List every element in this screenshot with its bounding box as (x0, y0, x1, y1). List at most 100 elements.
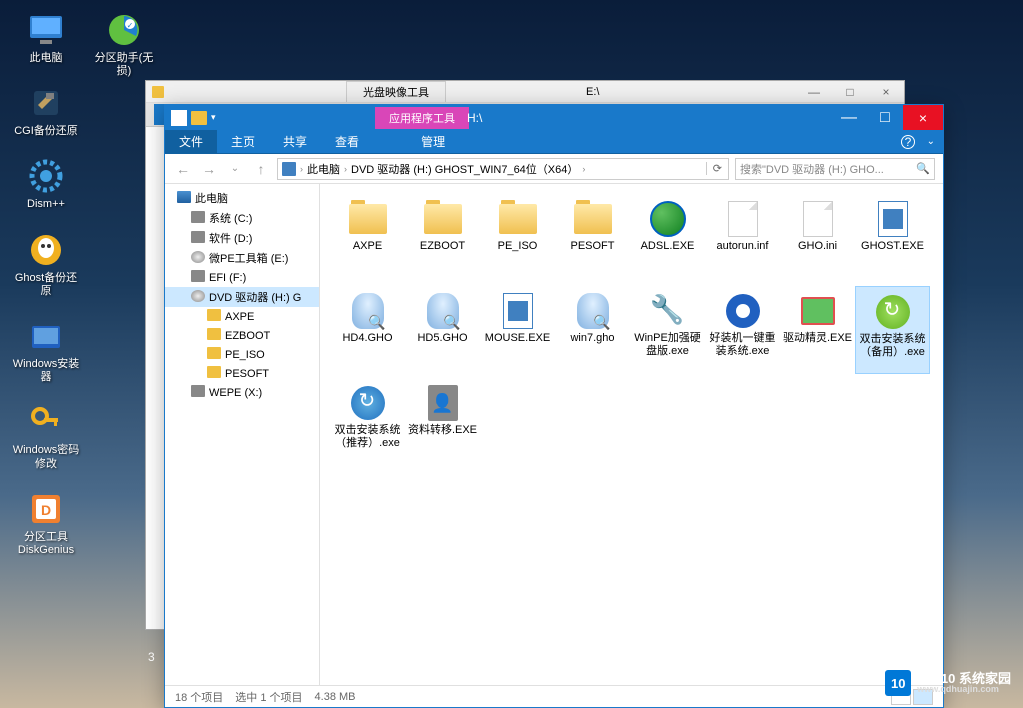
watermark-url: www.qdhuajin.com (917, 685, 1011, 694)
file-item[interactable]: 👤资料转移.EXE (405, 378, 480, 466)
bg-title-path: E:\ (586, 86, 599, 98)
tree-item[interactable]: DVD 驱动器 (H:) G (165, 287, 319, 307)
bg-maximize[interactable]: □ (832, 85, 868, 99)
desktop-icon-diskgenius[interactable]: D 分区工具DiskGenius (10, 489, 82, 557)
file-item[interactable]: ADSL.EXE (630, 194, 705, 282)
tree-item-label: 微PE工具箱 (E:) (209, 250, 288, 266)
folder-icon (207, 347, 221, 359)
breadcrumb-root[interactable]: 此电脑 (307, 161, 340, 177)
file-item[interactable]: autorun.inf (705, 194, 780, 282)
home-tab[interactable]: 主页 (217, 133, 269, 150)
file-item[interactable]: PESOFT (555, 194, 630, 282)
up-button[interactable]: ↑ (251, 159, 271, 179)
recent-dropdown[interactable]: ⌄ (225, 159, 245, 179)
window-controls: — □ × (831, 105, 943, 130)
breadcrumb[interactable]: › 此电脑 › DVD 驱动器 (H:) GHOST_WIN7_64位（X64）… (277, 158, 729, 180)
file-item[interactable]: 驱动精灵.EXE (780, 286, 855, 374)
file-item[interactable]: 双击安装系统（推荐）.exe (330, 378, 405, 466)
desktop-icon-wininstall[interactable]: Windows安装器 (10, 316, 82, 384)
tree-item[interactable]: EFI (F:) (165, 268, 319, 287)
desktop-icon-ghost[interactable]: Ghost备份还原 (10, 230, 82, 298)
file-white-icon (722, 198, 764, 240)
file-item[interactable]: GHOST.EXE (855, 194, 930, 282)
file-item[interactable]: win7.gho (555, 286, 630, 374)
bg-minimize[interactable]: — (796, 85, 832, 99)
files-pane[interactable]: AXPEEZBOOTPE_ISOPESOFT ADSL.EXE autorun.in… (320, 184, 943, 685)
person-icon: 👤 (422, 382, 464, 424)
quick-access-toolbar: ▾ (165, 110, 216, 126)
file-item[interactable]: MOUSE.EXE (480, 286, 555, 374)
file-item[interactable]: PE_ISO (480, 194, 555, 282)
gho-icon (422, 290, 464, 332)
tree-item[interactable]: 系统 (C:) (165, 208, 319, 228)
pc-icon (26, 10, 66, 50)
drive-icon (191, 385, 205, 397)
tree-item[interactable]: EZBOOT (165, 326, 319, 345)
tree-item-label: EFI (F:) (209, 272, 246, 284)
breadcrumb-sep[interactable]: › (300, 164, 303, 174)
drive-icon (191, 231, 205, 243)
search-input[interactable]: 搜索"DVD 驱动器 (H:) GHO... 🔍 (735, 158, 935, 180)
drive-icon (191, 270, 205, 282)
share-tab[interactable]: 共享 (269, 133, 321, 150)
desktop-icon-partition[interactable]: ✓ 分区助手(无损) (88, 10, 160, 78)
search-icon[interactable]: 🔍 (916, 162, 930, 175)
maximize-button[interactable]: □ (867, 105, 903, 130)
breadcrumb-sep[interactable]: › (582, 164, 585, 174)
titlebar[interactable]: ▾ 应用程序工具 H:\ — □ × (165, 105, 943, 130)
tree-item[interactable]: 软件 (D:) (165, 228, 319, 248)
file-item[interactable]: GHO.ini (780, 194, 855, 282)
close-button[interactable]: × (903, 105, 943, 130)
file-item[interactable]: AXPE (330, 194, 405, 282)
forward-button[interactable]: → (199, 159, 219, 179)
desktop-icon-cgi[interactable]: CGI备份还原 (10, 83, 82, 138)
gho-icon (572, 290, 614, 332)
file-label: ADSL.EXE (639, 240, 697, 253)
file-item[interactable]: 双击安装系统（备用）.exe (855, 286, 930, 374)
watermark-text: Win10 系统家园 www.qdhuajin.com (917, 672, 1011, 694)
minimize-button[interactable]: — (831, 105, 867, 130)
tree-item-label: DVD 驱动器 (H:) G (209, 289, 301, 305)
file-item[interactable]: HD5.GHO (405, 286, 480, 374)
tree-item[interactable]: WEPE (X:) (165, 383, 319, 402)
tree-item[interactable]: PESOFT (165, 364, 319, 383)
desktop-icon-dism[interactable]: Dism++ (10, 156, 82, 211)
file-item[interactable]: EZBOOT (405, 194, 480, 282)
manage-tab[interactable]: 管理 (407, 133, 459, 150)
stray-number: 3 (148, 650, 155, 664)
tree-item[interactable]: 微PE工具箱 (E:) (165, 248, 319, 268)
file-item[interactable]: 🔧WinPE加强硬盘版.exe (630, 286, 705, 374)
tree-item-label: 软件 (D:) (209, 230, 252, 246)
cam-icon (722, 290, 764, 332)
exe-globe-icon (647, 198, 689, 240)
bg-close[interactable]: × (868, 85, 904, 99)
breadcrumb-drive[interactable]: DVD 驱动器 (H:) GHOST_WIN7_64位（X64） (351, 161, 578, 177)
file-label: 好装机一键重装系统.exe (705, 332, 780, 357)
desktop-icon-password[interactable]: Windows密码修改 (10, 402, 82, 470)
desktop-icon-this-pc[interactable]: 此电脑 (10, 10, 82, 65)
folder-icon (207, 366, 221, 378)
tree-item[interactable]: PE_ISO (165, 345, 319, 364)
disk-icon: D (26, 489, 66, 529)
install-icon (872, 291, 914, 333)
file-item[interactable]: HD4.GHO (330, 286, 405, 374)
view-tab[interactable]: 查看 (321, 133, 373, 150)
folder-icon (152, 86, 164, 98)
folder-icon (497, 198, 539, 240)
file-blue-icon (497, 290, 539, 332)
cd-icon (191, 251, 205, 263)
breadcrumb-sep[interactable]: › (344, 164, 347, 174)
tree-item[interactable]: AXPE (165, 307, 319, 326)
chevron-down-icon[interactable]: ▾ (211, 112, 216, 123)
file-item[interactable]: 好装机一键重装系统.exe (705, 286, 780, 374)
help-button[interactable]: ? (901, 135, 915, 149)
svg-text:D: D (41, 502, 51, 518)
tree-item[interactable]: 此电脑 (165, 188, 319, 208)
expand-ribbon[interactable]: ⌄ (927, 136, 935, 147)
tree-item-label: 此电脑 (195, 190, 228, 206)
back-button[interactable]: ← (173, 159, 193, 179)
file-tab[interactable]: 文件 (165, 130, 217, 154)
tree-item-label: WEPE (X:) (209, 387, 262, 399)
refresh-button[interactable]: ⟳ (706, 162, 728, 175)
selection-size: 4.38 MB (315, 691, 356, 703)
